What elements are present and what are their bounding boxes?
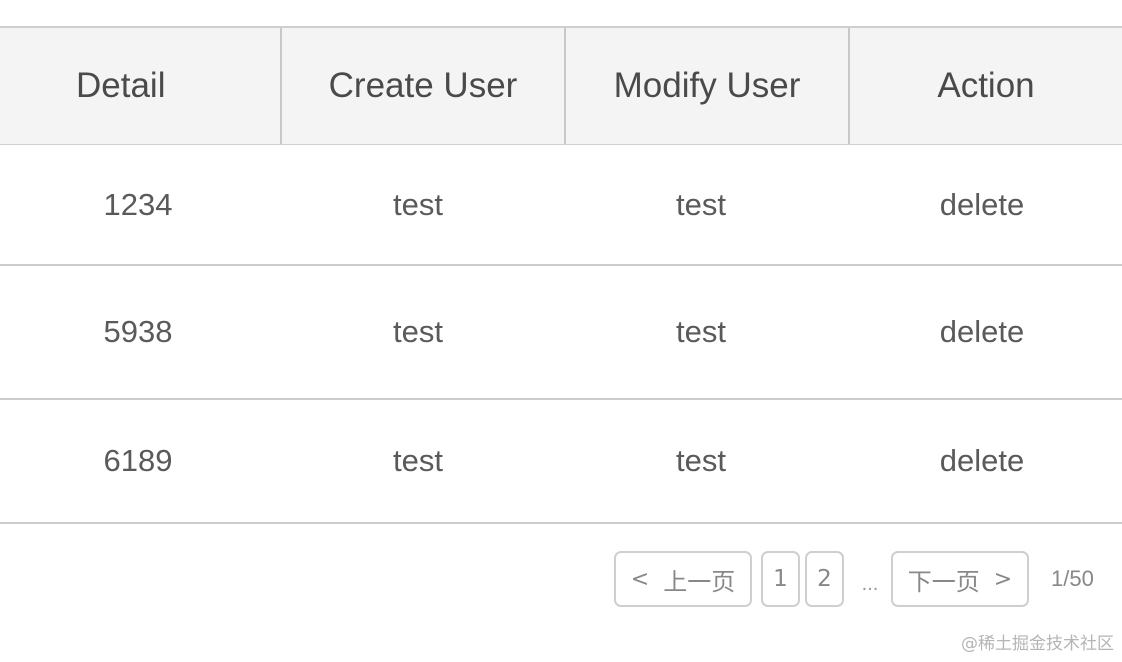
table-row: 6189 test test delete xyxy=(0,400,1122,524)
page-button-1[interactable]: 1 xyxy=(761,551,800,607)
chevron-right-icon: > xyxy=(993,566,1013,592)
delete-action[interactable]: delete xyxy=(842,145,1122,264)
modify-user-cell: test xyxy=(676,186,726,222)
pagination: < 上一页 1 2 ... 下一页 > 1/50 xyxy=(614,550,1094,608)
modify-user-cell: test xyxy=(676,443,726,478)
detail-cell: 6189 xyxy=(103,443,173,478)
detail-cell: 1234 xyxy=(103,186,173,222)
chevron-left-icon: < xyxy=(630,566,650,592)
delete-action[interactable]: delete xyxy=(842,266,1122,398)
next-page-label: 下一页 xyxy=(907,567,980,596)
table-row: 5938 test test delete xyxy=(0,266,1122,400)
create-user-cell: test xyxy=(393,186,443,222)
page-button-2[interactable]: 2 xyxy=(805,551,844,607)
detail-cell: 5938 xyxy=(103,314,173,349)
next-page-button[interactable]: 下一页 > xyxy=(891,551,1029,607)
create-user-cell: test xyxy=(393,443,443,478)
column-header-modify-user: Modify User xyxy=(564,28,848,144)
watermark: @稀土掘金技术社区 xyxy=(961,634,1114,654)
column-header-action: Action xyxy=(848,28,1122,144)
page-total-indicator: 1/50 xyxy=(1051,566,1094,591)
delete-action[interactable]: delete xyxy=(842,400,1122,522)
table-header: Detail Create User Modify User Action xyxy=(0,26,1122,145)
prev-page-button[interactable]: < 上一页 xyxy=(614,551,752,607)
data-table: Detail Create User Modify User Action 12… xyxy=(0,26,1122,524)
create-user-cell: test xyxy=(393,314,443,349)
modify-user-cell: test xyxy=(676,314,726,349)
prev-page-label: 上一页 xyxy=(663,567,736,596)
column-header-create-user: Create User xyxy=(280,28,564,144)
page-ellipsis: ... xyxy=(861,572,879,595)
column-header-detail: Detail xyxy=(76,66,166,105)
table-row: 1234 test test delete xyxy=(0,145,1122,266)
